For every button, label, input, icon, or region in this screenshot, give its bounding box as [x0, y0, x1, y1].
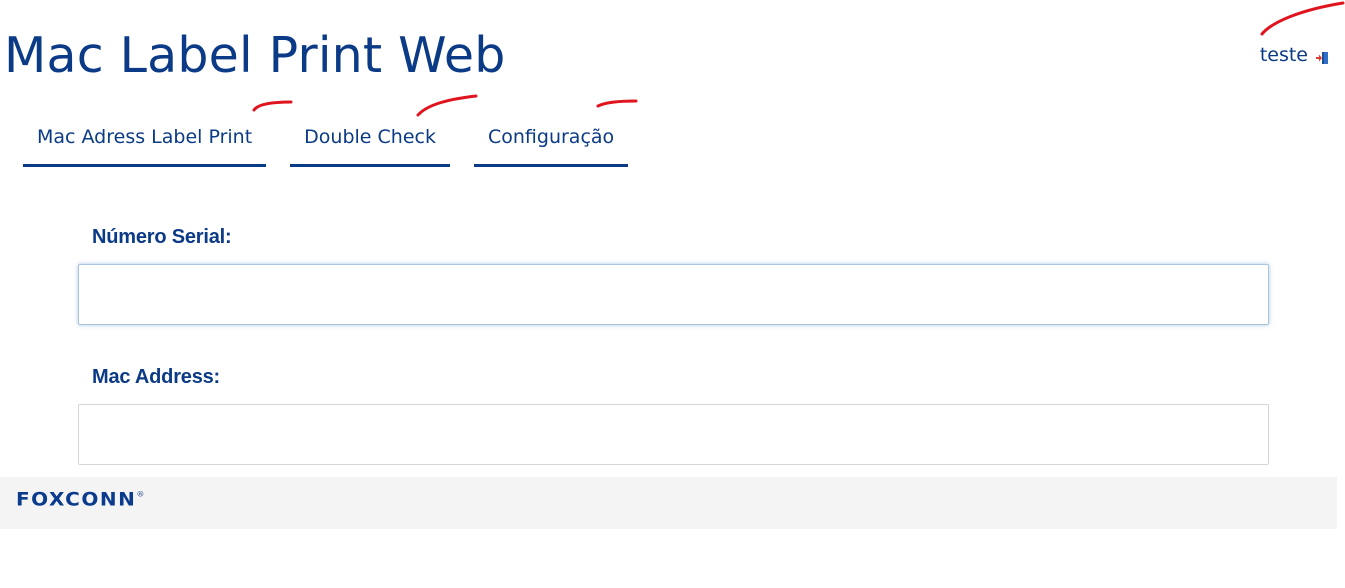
tab-double-check[interactable]: Double Check — [290, 110, 450, 167]
annotation-mark-user — [1260, 1, 1345, 36]
logout-door-icon — [1316, 52, 1328, 64]
tab-configuracao[interactable]: Configuração — [473, 110, 629, 167]
registered-mark: ® — [136, 489, 145, 499]
tab-mac-address-label-print[interactable]: Mac Adress Label Print — [23, 110, 267, 167]
serial-number-label: Número Serial: — [92, 226, 232, 248]
serial-number-input[interactable] — [78, 264, 1269, 325]
foxconn-logo-text: FOXCONN — [16, 488, 137, 511]
page: Mac Label Print Web teste Mac Adress Lab… — [0, 0, 1345, 588]
username-link[interactable]: teste — [1260, 44, 1308, 66]
footer: FOXCONN® — [0, 477, 1337, 529]
annotation-mark-tab-1 — [252, 100, 293, 112]
main-tabs: Mac Adress Label Print Double Check Conf… — [23, 110, 629, 167]
logout-icon[interactable] — [1315, 48, 1329, 64]
user-area: teste — [1260, 44, 1329, 66]
annotation-mark-tab-3 — [596, 99, 638, 108]
app-title: Mac Label Print Web — [4, 27, 506, 84]
mac-address-label: Mac Address: — [92, 366, 221, 388]
foxconn-logo: FOXCONN® — [16, 488, 144, 510]
mac-address-input[interactable] — [78, 404, 1269, 465]
